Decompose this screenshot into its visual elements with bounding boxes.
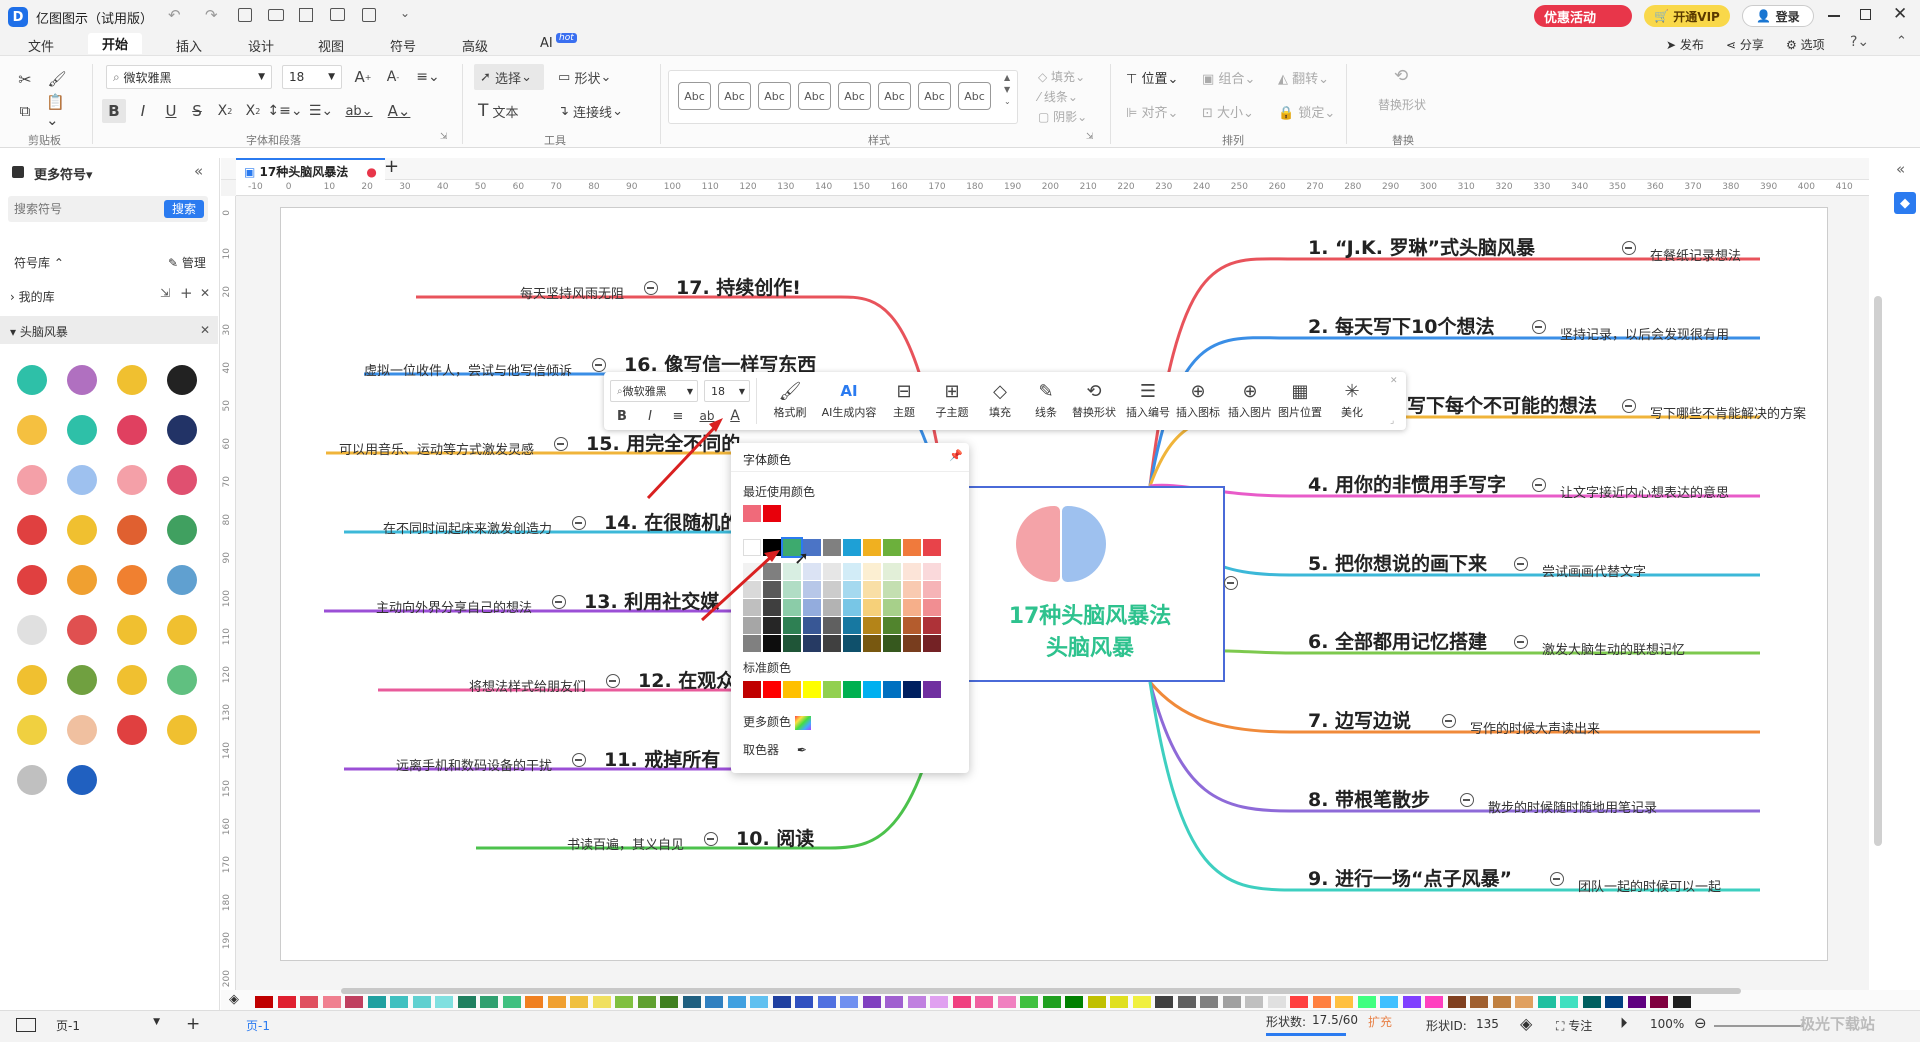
quick-color-swatch[interactable] — [367, 996, 386, 1008]
quick-color-swatch[interactable] — [975, 996, 993, 1008]
quick-color-swatch[interactable] — [1380, 996, 1398, 1008]
quick-color-swatch[interactable] — [705, 996, 723, 1008]
quick-color-swatch[interactable] — [1515, 996, 1533, 1008]
quick-color-swatch[interactable] — [930, 996, 948, 1008]
quick-color-swatch[interactable] — [1110, 996, 1128, 1008]
quick-color-swatch[interactable] — [885, 996, 903, 1008]
quick-color-swatch[interactable] — [1582, 996, 1601, 1008]
quick-color-swatch[interactable] — [277, 996, 296, 1008]
watermark-text: 极光下载站 — [1800, 1015, 1876, 1033]
quick-color-swatch[interactable] — [592, 996, 611, 1008]
page-tab[interactable]: 页-1 — [246, 1017, 270, 1034]
quick-color-swatch[interactable] — [390, 996, 408, 1008]
quick-color-swatch[interactable] — [1492, 996, 1511, 1008]
quick-color-swatch[interactable] — [1267, 996, 1286, 1008]
horizontal-scrollbar[interactable] — [341, 988, 1741, 994]
quick-color-swatch[interactable] — [1335, 996, 1353, 1008]
quick-color-swatch[interactable] — [727, 996, 746, 1008]
quick-color-swatch[interactable] — [525, 996, 543, 1008]
quick-color-swatch[interactable] — [1290, 996, 1308, 1008]
quick-color-swatch[interactable] — [1042, 996, 1061, 1008]
quick-color-swatch[interactable] — [1132, 996, 1151, 1008]
add-page-button[interactable]: + — [186, 1014, 200, 1034]
zoom-slider[interactable] — [1714, 1025, 1804, 1027]
focus-label: 专注 — [1568, 1019, 1593, 1033]
quick-color-swatch[interactable] — [997, 996, 1016, 1008]
shape-count-label: 形状数: — [1266, 1015, 1307, 1029]
quick-color-swatch[interactable] — [1087, 996, 1106, 1008]
quick-color-swatch[interactable] — [412, 996, 431, 1008]
quick-color-strip: ◈ — [221, 988, 1920, 1010]
quick-color-swatch[interactable] — [1020, 996, 1038, 1008]
quick-color-swatch[interactable] — [457, 996, 476, 1008]
quick-color-swatch[interactable] — [1425, 996, 1443, 1008]
focus-button[interactable]: ⛶ 专注 — [1556, 1017, 1592, 1034]
page-select-value: 页-1 — [56, 1019, 80, 1033]
quick-color-swatch[interactable] — [795, 996, 813, 1008]
shape-count-bar — [1266, 1033, 1346, 1036]
fill-bucket-icon[interactable]: ◈ — [229, 992, 239, 1007]
quick-color-swatch[interactable] — [1470, 996, 1488, 1008]
quick-color-swatch[interactable] — [637, 996, 656, 1008]
quick-color-swatch[interactable] — [322, 996, 341, 1008]
quick-color-swatch[interactable] — [750, 996, 768, 1008]
quick-color-swatch[interactable] — [435, 996, 453, 1008]
quick-color-swatch[interactable] — [1605, 996, 1623, 1008]
quick-color-swatch[interactable] — [1627, 996, 1646, 1008]
quick-color-swatch[interactable] — [840, 996, 858, 1008]
quick-color-swatch[interactable] — [1245, 996, 1263, 1008]
quick-color-swatch[interactable] — [570, 996, 588, 1008]
shape-id-value: 135 — [1476, 1017, 1499, 1031]
quick-color-swatch[interactable] — [952, 996, 971, 1008]
shape-count-value: 17.5/60 — [1312, 1013, 1359, 1027]
quick-color-swatch[interactable] — [1447, 996, 1466, 1008]
page-view-icon[interactable] — [16, 1018, 36, 1032]
quick-color-swatch[interactable] — [772, 996, 791, 1008]
quick-color-swatch[interactable] — [862, 996, 881, 1008]
quick-color-swatch[interactable] — [615, 996, 633, 1008]
quick-color-swatch[interactable] — [907, 996, 926, 1008]
quick-color-swatch[interactable] — [1650, 996, 1668, 1008]
quick-color-swatch[interactable] — [1177, 996, 1196, 1008]
quick-color-swatch[interactable] — [547, 996, 566, 1008]
quick-color-swatch[interactable] — [1672, 996, 1691, 1008]
quick-color-swatch[interactable] — [1560, 996, 1578, 1008]
quick-color-swatch[interactable] — [255, 996, 273, 1008]
play-icon[interactable]: ⏵ — [1620, 1014, 1628, 1032]
page-select[interactable]: 页-1 ▼ — [56, 1017, 160, 1034]
zoom-value[interactable]: 100% — [1650, 1017, 1684, 1031]
quick-color-swatch[interactable] — [300, 996, 318, 1008]
layers-icon[interactable]: ◈ — [1520, 1014, 1532, 1033]
quick-color-swatch[interactable] — [660, 996, 678, 1008]
quick-color-swatch[interactable] — [1222, 996, 1241, 1008]
quick-color-swatch[interactable] — [1402, 996, 1421, 1008]
quick-color-swatch[interactable] — [502, 996, 521, 1008]
quick-color-swatch[interactable] — [345, 996, 363, 1008]
status-bar: 页-1 ▼ + 页-1 形状数: 17.5/60 扩充 形状ID: 135 ◈ ⛶… — [0, 1010, 1920, 1042]
quick-color-swatch[interactable] — [1065, 996, 1083, 1008]
quick-color-swatch[interactable] — [1200, 996, 1218, 1008]
quick-color-swatch[interactable] — [682, 996, 701, 1008]
annotation-arrows — [646, 418, 780, 622]
quick-color-swatch[interactable] — [1357, 996, 1376, 1008]
expand-button[interactable]: 扩充 — [1368, 1013, 1392, 1030]
quick-color-swatch[interactable] — [817, 996, 836, 1008]
zoom-out-icon[interactable]: ⊖ — [1694, 1014, 1707, 1032]
quick-color-swatch[interactable] — [480, 996, 498, 1008]
shape-id-label: 形状ID: — [1426, 1019, 1467, 1033]
quick-color-swatch[interactable] — [1312, 996, 1331, 1008]
quick-color-swatch[interactable] — [1155, 996, 1173, 1008]
quick-color-swatch[interactable] — [1537, 996, 1556, 1008]
annotation-arrow-2 — [700, 554, 774, 622]
chevron-down-icon: ▼ — [153, 1017, 160, 1027]
annotation-arrow-1 — [646, 424, 718, 500]
